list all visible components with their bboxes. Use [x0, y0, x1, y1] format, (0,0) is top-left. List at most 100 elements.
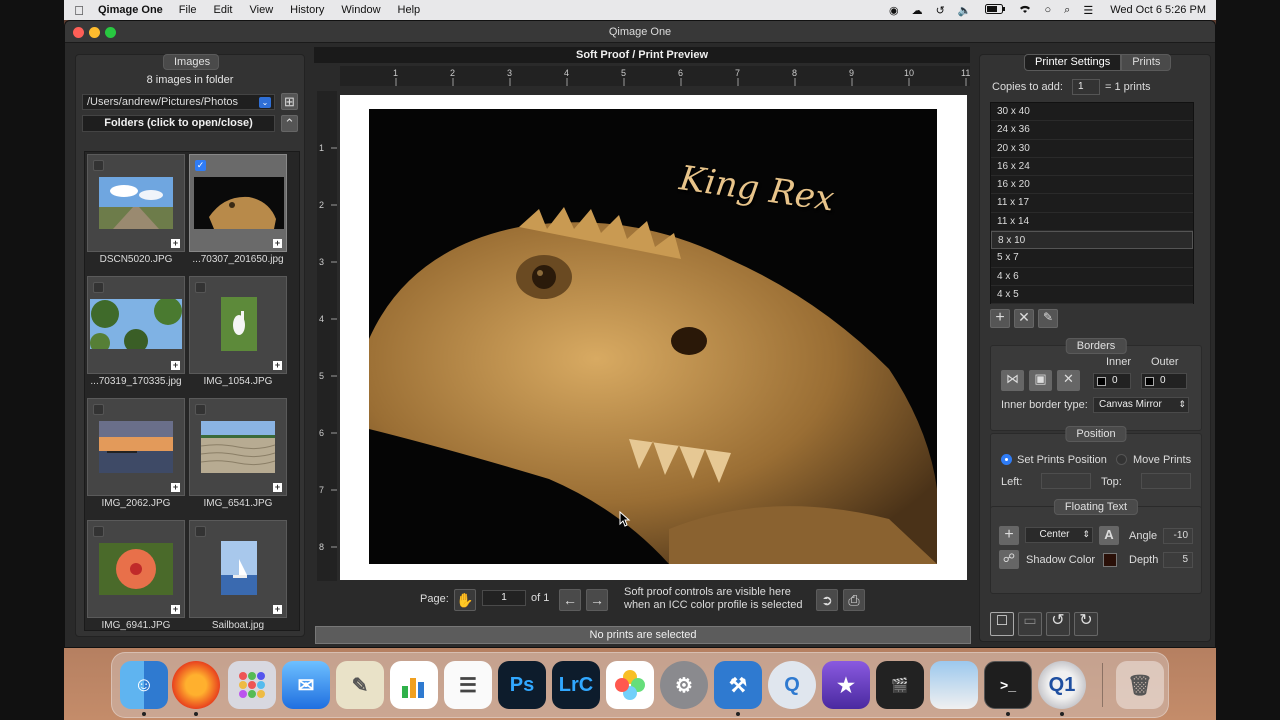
system-preferences-icon[interactable]: ⚙ [660, 661, 708, 709]
thumbnail-item[interactable]: + [189, 398, 287, 496]
border-fit-icon[interactable]: ⋈ [1001, 370, 1024, 391]
menu-view[interactable]: View [250, 4, 274, 16]
print-image-area[interactable]: King Rex [369, 109, 937, 564]
list-item[interactable]: 24 x 36 [991, 121, 1193, 140]
battery-icon[interactable] [984, 3, 1005, 17]
finder-icon[interactable]: ☺ [120, 661, 168, 709]
record-icon[interactable]: ◉ [889, 4, 899, 17]
thumbnail-item[interactable]: + [87, 398, 185, 496]
select-checkbox[interactable]: ✓ [195, 160, 206, 171]
border-fill-icon[interactable]: ▣ [1029, 370, 1052, 391]
select-checkbox[interactable] [93, 282, 104, 293]
rotate-left-icon[interactable]: ↺ [1046, 612, 1070, 636]
list-item-selected[interactable]: 8 x 10 [991, 231, 1193, 250]
delete-size-icon[interactable]: ✕ [1014, 309, 1034, 328]
list-item[interactable]: 11 x 14 [991, 213, 1193, 232]
crop-reset-icon[interactable]: ▭ [1018, 612, 1042, 636]
thumbnail-item[interactable]: + [87, 154, 185, 252]
next-page-button[interactable]: → [586, 589, 608, 611]
add-folder-button[interactable]: ⊞ [281, 93, 298, 110]
crop-icon[interactable]: □ [990, 612, 1014, 636]
shadow-color-swatch[interactable] [1103, 553, 1117, 567]
add-text-icon[interactable]: + [999, 526, 1019, 545]
photos-icon[interactable] [606, 661, 654, 709]
quicktime-icon[interactable]: Q [768, 661, 816, 709]
minimize-window-icon[interactable] [89, 27, 100, 38]
thumbnail-item[interactable]: + [189, 520, 287, 618]
left-position-field[interactable] [1041, 473, 1091, 489]
lightroom-classic-icon[interactable]: LrC [552, 661, 600, 709]
collapse-folders-button[interactable]: ⌃ [281, 115, 298, 132]
thumbnail-item[interactable]: + [87, 520, 185, 618]
add-print-icon[interactable]: + [171, 361, 180, 370]
previous-page-button[interactable]: ← [559, 589, 581, 611]
list-item[interactable]: 5 x 7 [991, 249, 1193, 268]
mail-icon[interactable]: ✉ [282, 661, 330, 709]
add-print-icon[interactable]: + [171, 239, 180, 248]
add-print-icon[interactable]: + [273, 483, 282, 492]
menu-edit[interactable]: Edit [214, 4, 233, 16]
list-item[interactable]: 16 x 20 [991, 176, 1193, 195]
firefox-icon[interactable] [172, 661, 220, 709]
list-item[interactable]: 16 x 24 [991, 158, 1193, 177]
printer-icon[interactable]: ⎙ [843, 589, 865, 611]
preview-icon[interactable]: ✎ [336, 661, 384, 709]
terminal-icon[interactable]: >_ [984, 661, 1032, 709]
xcode-icon[interactable]: ⚒ [714, 661, 762, 709]
depth-field[interactable]: 5 [1163, 552, 1193, 568]
list-item[interactable]: 30 x 40 [991, 103, 1193, 122]
launchpad-icon[interactable] [228, 661, 276, 709]
menu-file[interactable]: File [179, 4, 197, 16]
tab-prints[interactable]: Prints [1121, 54, 1172, 71]
menu-help[interactable]: Help [398, 4, 421, 16]
apple-menu-icon[interactable]:  [64, 3, 94, 18]
folder-path-select[interactable]: /Users/andrew/Pictures/Photos ⌄ [82, 94, 275, 110]
font-icon[interactable]: A [1099, 526, 1119, 545]
list-item[interactable]: 20 x 30 [991, 140, 1193, 158]
zoom-window-icon[interactable] [105, 27, 116, 38]
user-icon[interactable]: ○ [1045, 4, 1052, 16]
menu-app-name[interactable]: Qimage One [98, 4, 163, 16]
numbers-icon[interactable] [390, 661, 438, 709]
textedit-icon[interactable]: ☰ [444, 661, 492, 709]
list-item[interactable]: 11 x 17 [991, 194, 1193, 213]
link-icon[interactable]: ☍ [999, 550, 1019, 569]
edit-size-icon[interactable]: ✎ [1038, 309, 1058, 328]
final-cut-icon[interactable]: 🎬 [876, 661, 924, 709]
select-checkbox[interactable] [195, 404, 206, 415]
select-checkbox[interactable] [93, 404, 104, 415]
add-print-icon[interactable]: + [171, 483, 180, 492]
time-machine-icon[interactable]: ↺ [936, 4, 945, 17]
list-item[interactable]: 4 x 6 [991, 268, 1193, 286]
preview-photos-icon[interactable] [930, 661, 978, 709]
set-prints-position-radio[interactable] [1001, 454, 1012, 465]
outer-border-color-swatch[interactable] [1145, 377, 1154, 386]
select-checkbox[interactable] [93, 160, 104, 171]
thumbnail-item[interactable]: + [87, 276, 185, 374]
add-print-icon[interactable]: + [273, 239, 282, 248]
list-item[interactable]: 4 x 5 [991, 286, 1193, 305]
qimage-one-icon[interactable]: Q1 [1038, 661, 1086, 709]
chevron-down-icon[interactable]: ⌄ [259, 97, 271, 108]
volume-icon[interactable]: 🔈 [958, 4, 972, 17]
inner-border-type-select[interactable]: Canvas Mirror ⇕ [1093, 397, 1189, 413]
top-position-field[interactable] [1141, 473, 1191, 489]
cloud-icon[interactable]: ☁ [912, 4, 923, 17]
control-center-icon[interactable]: ☰ [1083, 4, 1093, 17]
trash-icon[interactable]: 🗑 [1116, 661, 1164, 709]
wifi-icon[interactable] [1018, 3, 1032, 17]
border-remove-icon[interactable]: ✕ [1057, 370, 1080, 391]
close-window-icon[interactable] [73, 27, 84, 38]
imovie-icon[interactable]: ★ [822, 661, 870, 709]
angle-field[interactable]: -10 [1163, 528, 1193, 544]
select-checkbox[interactable] [195, 526, 206, 537]
inner-border-color-swatch[interactable] [1097, 377, 1106, 386]
tab-printer-settings[interactable]: Printer Settings [1024, 54, 1122, 71]
thumbnail-item-selected[interactable]: ✓ + [189, 154, 287, 252]
add-print-icon[interactable]: + [273, 605, 282, 614]
hand-tool-icon[interactable]: ✋ [454, 589, 476, 611]
page-number-stepper[interactable]: 1 [482, 590, 526, 606]
text-align-select[interactable]: Center ⇕ [1025, 527, 1093, 543]
add-print-icon[interactable]: + [171, 605, 180, 614]
add-print-icon[interactable]: + [273, 361, 282, 370]
